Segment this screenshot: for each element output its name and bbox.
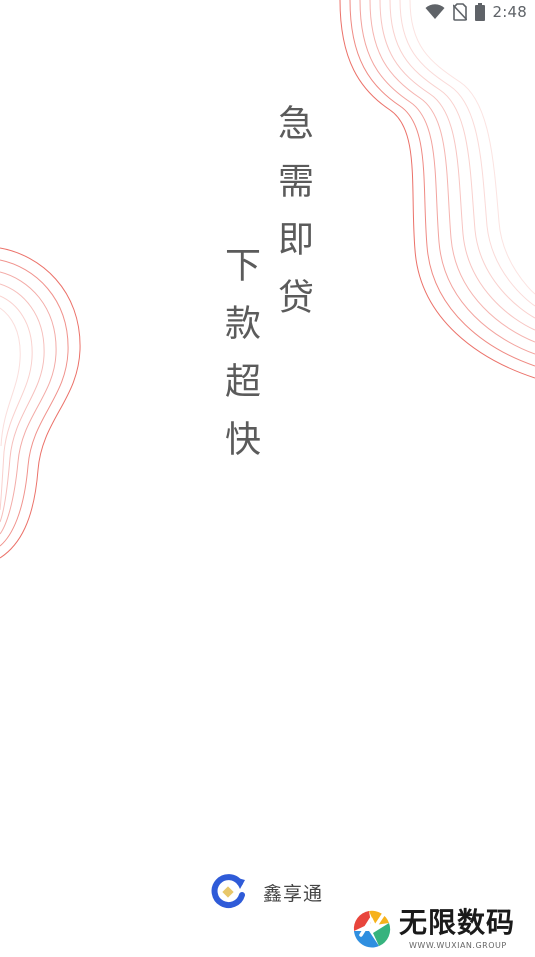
brand-name: 鑫享通 — [263, 882, 324, 905]
watermark-subtext: WWW.WUXIAN.GROUP — [409, 941, 507, 950]
refresh-coin-icon — [211, 874, 245, 909]
watermark-text: 无限数码 — [399, 906, 516, 939]
brand: 鑫享通 — [209, 873, 323, 911]
decorative-wave-left — [0, 247, 81, 559]
slogan-fast-disbursement: 下款超快 — [219, 246, 260, 478]
watermark: 无限数码 WWW.WUXIAN.GROUP — [349, 905, 529, 953]
decorative-wave-top-right — [339, 0, 535, 379]
slogan-urgent-loan: 急需即贷 — [272, 104, 313, 336]
wuxian-logo-icon — [352, 909, 392, 949]
splash-screen: 2:48 急需即贷 下款超快 鑫享通 无限数码 WWW.WUXIAN.GROUP — [0, 0, 535, 957]
